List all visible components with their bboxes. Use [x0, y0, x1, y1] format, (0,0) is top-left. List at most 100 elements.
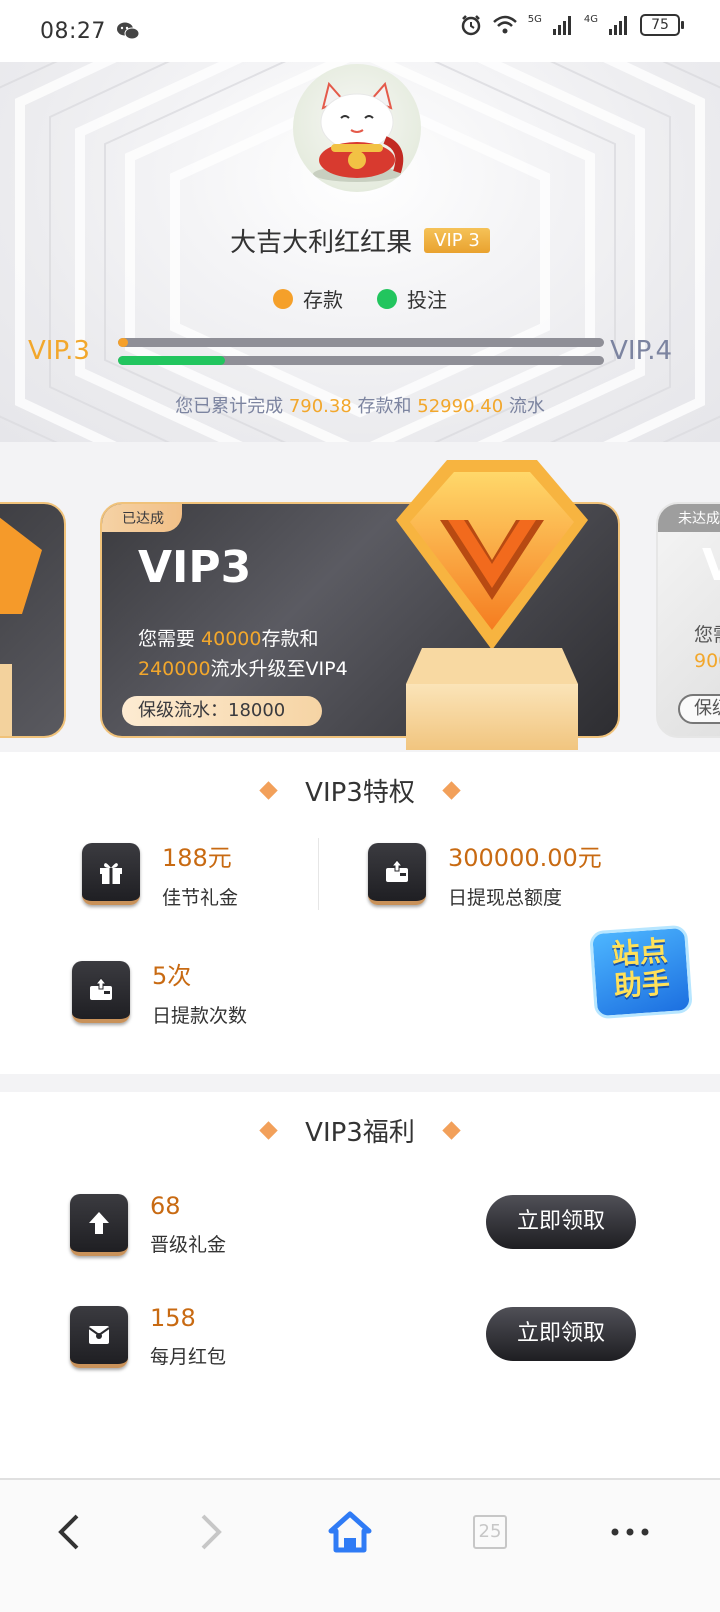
need-prefix: 您需要: [138, 628, 202, 650]
signal-icon: [552, 16, 571, 35]
assistant-line2: 助手: [612, 966, 671, 1003]
benefit-label: 每月红包: [150, 1346, 227, 1368]
need-turnover-suffix: 流水升级至VIP4: [210, 658, 348, 680]
benefit-promotion-bonus: 68 晋级礼金: [70, 1192, 226, 1257]
wifi-icon: [492, 15, 517, 34]
status-icons: 5G 4G 75: [460, 13, 684, 36]
summary-suffix: 流水: [503, 396, 545, 417]
vip-card-previous[interactable]: [0, 502, 66, 738]
privilege-label: 日提现总额度: [448, 887, 563, 909]
section-title: VIP3特权: [0, 772, 720, 809]
current-vip-level: VIP.3: [28, 336, 90, 366]
legend-bet: 投注: [377, 284, 447, 313]
username-row: 大吉大利红红果 VIP 3: [0, 222, 720, 259]
alarm-icon: [461, 15, 480, 36]
section-title: VIP3福利: [0, 1112, 720, 1149]
bet-progress-bar: [118, 356, 604, 365]
benefit-label: 晋级礼金: [150, 1234, 227, 1256]
privilege-label: 佳节礼金: [162, 887, 239, 909]
vip-card-next[interactable]: 未达成 V 您需 900 保级: [656, 502, 720, 738]
lucky-cat-icon: [313, 81, 404, 182]
chevron-left-icon: [58, 1514, 79, 1550]
deposit-progress-bar: [118, 338, 604, 347]
diamond-icon: [442, 1121, 461, 1140]
progress-summary: 您已累计完成 790.38 存款和 52990.40 流水: [0, 392, 720, 418]
card-requirement-line2: 240000流水升级至VIP4: [138, 654, 348, 681]
home-button[interactable]: [310, 1502, 390, 1562]
clock: 08:27: [40, 18, 106, 44]
card-requirement-line1: 您需要 40000存款和: [138, 624, 319, 651]
gift-icon: [82, 843, 140, 905]
privilege-value: 300000.00元: [448, 844, 602, 872]
legend-bet-label: 投注: [407, 288, 447, 312]
chevron-right-icon: [201, 1514, 222, 1550]
benefit-value: 158: [150, 1304, 196, 1332]
vip-header: 大吉大利红红果 VIP 3 存款 投注 VIP.3 VIP.4 您已累计完成 7…: [0, 62, 720, 442]
card-title: VIP3: [138, 542, 252, 593]
benefits-section: VIP3福利 68 晋级礼金 立即领取 158 每月红包 立即领取: [0, 1092, 720, 1478]
bet-dot-icon: [377, 288, 397, 309]
privileges-section: VIP3特权 188元 佳节礼金 300000.00元 日提现总额度 5次 日提…: [0, 752, 720, 1074]
wallet-icon: [72, 961, 130, 1023]
summary-mid: 存款和: [351, 396, 418, 417]
turnover-done-value: 52990.40: [417, 396, 504, 417]
more-dots-icon: [611, 1528, 649, 1536]
benefit-monthly-red-envelope: 158 每月红包: [70, 1304, 226, 1369]
tabs-button[interactable]: 25: [450, 1502, 530, 1562]
card-title: V: [702, 540, 720, 591]
vip-level-badge: VIP 3: [424, 228, 490, 253]
deposit-done-value: 790.38: [288, 396, 352, 417]
privilege-value: 188元: [162, 844, 232, 872]
card-requirement-line1: 您需: [694, 624, 720, 646]
need-deposit-value: 40000: [201, 628, 262, 650]
card-requirement-line2: 900: [694, 650, 720, 672]
network-4g-label: 4G: [583, 13, 598, 25]
next-vip-level: VIP.4: [610, 336, 672, 366]
claim-monthly-red-envelope-button[interactable]: 立即领取: [486, 1307, 636, 1361]
deposit-dot-icon: [273, 288, 293, 309]
privilege-daily-withdraw-times: 5次 日提款次数: [72, 956, 247, 1028]
status-tag: 已达成: [102, 504, 182, 532]
privilege-daily-withdraw-limit: 300000.00元 日提现总额度: [368, 838, 602, 910]
site-assistant-button[interactable]: 站点 助手: [589, 924, 693, 1020]
signal-icon: [609, 16, 627, 35]
legend-deposit: 存款: [273, 284, 343, 313]
vip-level-carousel[interactable]: 已达成 VIP3 您需要 40000存款和 240000流水升级至VIP4 保级…: [0, 442, 720, 774]
vip-gem-icon: [0, 517, 42, 736]
need-turnover-value: 240000: [138, 658, 211, 680]
bet-progress-fill: [118, 356, 226, 365]
status-bar: 08:27 5G 4G 75: [0, 0, 720, 62]
envelope-icon: [70, 1305, 128, 1368]
privilege-value: 5次: [152, 962, 192, 990]
benefit-value: 68: [150, 1192, 181, 1220]
back-button[interactable]: [30, 1502, 110, 1562]
deposit-progress-fill: [118, 338, 128, 347]
username: 大吉大利红红果: [230, 228, 413, 258]
privileges-title: VIP3特权: [305, 778, 415, 808]
diamond-icon: [259, 781, 278, 800]
browser-bottom-nav: 25: [0, 1478, 720, 1612]
home-icon: [328, 1511, 372, 1553]
need-deposit-suffix: 存款和: [261, 628, 319, 650]
keep-level-pill: 保级流水：18000: [122, 696, 322, 726]
summary-prefix: 您已累计完成: [175, 396, 289, 417]
claim-promotion-bonus-button[interactable]: 立即领取: [486, 1195, 636, 1249]
diamond-icon: [442, 781, 461, 800]
benefits-title: VIP3福利: [305, 1118, 415, 1148]
divider: [318, 838, 319, 910]
network-5g-label: 5G: [527, 13, 542, 25]
wechat-icon: [116, 22, 140, 40]
tab-count-icon: 25: [473, 1515, 507, 1549]
legend-deposit-label: 存款: [303, 288, 343, 312]
privilege-label: 日提款次数: [152, 1005, 248, 1027]
more-menu-button[interactable]: [590, 1502, 670, 1562]
avatar[interactable]: [293, 64, 421, 192]
keep-level-pill: 保级: [678, 694, 720, 724]
forward-button[interactable]: [170, 1502, 250, 1562]
battery-indicator: 75: [640, 14, 684, 36]
diamond-icon: [259, 1121, 278, 1140]
progress-legend: 存款 投注: [0, 284, 720, 313]
vip-gem-icon: [396, 460, 588, 750]
arrow-up-icon: [70, 1193, 128, 1256]
status-tag: 未达成: [658, 504, 720, 532]
